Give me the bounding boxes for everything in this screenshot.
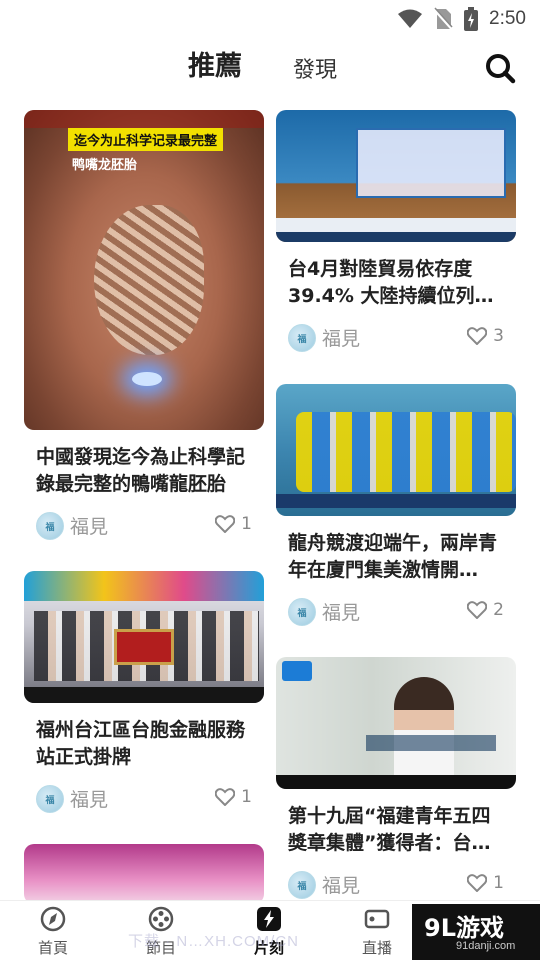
top-tabs: 推薦 發現	[0, 40, 540, 96]
status-bar: 2:50	[0, 0, 540, 36]
watermark-brand-name: 9L游戏	[424, 914, 504, 942]
nav-label: 首頁	[37, 939, 68, 957]
feed-card[interactable]: 迄今为止科学记录最完整 鸭嘴龙胚胎 中國發現迄今為止科學記錄最完整的鴨嘴龍胚胎 …	[24, 110, 264, 548]
watermark-brand: 9L游戏 91danji.com	[412, 904, 540, 960]
card-meta: 福 福見 3	[276, 320, 516, 360]
author-name[interactable]: 福見	[322, 598, 360, 625]
author-name[interactable]: 福見	[70, 785, 108, 812]
thumb-caption-white: 鸭嘴龙胚胎	[72, 158, 138, 173]
plaque-image	[114, 629, 174, 665]
video-thumbnail[interactable]: 迄今为止科学记录最完整 鸭嘴龙胚胎	[24, 110, 264, 430]
heart-icon	[215, 515, 236, 533]
like-count: 1	[241, 514, 252, 534]
video-thumbnail[interactable]	[276, 110, 516, 242]
channel-logo	[282, 661, 312, 681]
card-title[interactable]: 福州台江區台胞金融服務站正式掛牌	[36, 717, 252, 771]
thumb-header-bar	[24, 110, 264, 128]
feed-card[interactable]: 福州台江區台胞金融服務站正式掛牌 福 福見 1	[24, 571, 264, 821]
watermark-overlay-text: 下载 · N…XH.COM/CN	[128, 933, 299, 950]
author-name[interactable]: 福見	[322, 324, 360, 351]
like-button[interactable]: 2	[467, 600, 504, 620]
author-name[interactable]: 福見	[322, 871, 360, 898]
thumb-ticker-strip	[276, 232, 516, 242]
battery-charging-icon	[464, 7, 479, 31]
status-time: 2:50	[489, 8, 526, 29]
thumb-caption-strip	[24, 687, 264, 703]
thumb-name-caption	[366, 735, 496, 751]
card-title[interactable]: 中國發現迄今為止科學記錄最完整的鴨嘴龍胚胎	[36, 444, 252, 498]
video-thumbnail[interactable]	[276, 384, 516, 516]
like-count: 1	[241, 787, 252, 807]
thumb-caption-strip	[276, 218, 516, 232]
wifi-icon	[398, 9, 423, 28]
feed-card[interactable]: 第十九屆“福建青年五四獎章集體”獲得者：台… 福 福見 1	[276, 657, 516, 900]
heart-icon	[215, 788, 236, 806]
like-button[interactable]: 1	[215, 514, 252, 534]
nav-item-home[interactable]: 首頁	[18, 905, 88, 958]
feed-card[interactable]: 龍舟競渡迎端午，兩岸青年在廈門集美激情開… 福 福見 2	[276, 384, 516, 634]
author-avatar[interactable]: 福	[288, 324, 316, 352]
like-count: 2	[493, 600, 504, 620]
like-button[interactable]: 1	[215, 787, 252, 807]
author-avatar[interactable]: 福	[36, 785, 64, 813]
status-icons: 2:50	[397, 6, 526, 32]
film-reel-icon	[148, 906, 174, 932]
light-glow	[132, 372, 162, 386]
no-sim-icon	[433, 7, 454, 31]
card-meta: 福 福見 2	[276, 594, 516, 634]
lightning-icon	[257, 907, 281, 931]
heart-icon	[467, 327, 488, 345]
video-thumbnail[interactable]	[24, 844, 264, 900]
thumb-caption-yellow: 迄今为止科学记录最完整	[68, 128, 224, 151]
thumb-caption-strip	[276, 775, 516, 789]
watermark-site: 91danji.com	[456, 940, 516, 952]
like-button[interactable]: 1	[467, 873, 504, 893]
tab-discover[interactable]: 發現	[293, 52, 337, 84]
feed: 迄今为止科学记录最完整 鸭嘴龙胚胎 中國發現迄今為止科學記錄最完整的鴨嘴龍胚胎 …	[0, 110, 540, 900]
data-board-image	[356, 128, 506, 198]
video-thumbnail[interactable]	[24, 571, 264, 703]
like-count: 1	[493, 873, 504, 893]
search-icon[interactable]	[484, 52, 516, 84]
video-camera-icon	[364, 909, 390, 929]
thumb-banner	[24, 571, 264, 601]
author-avatar[interactable]: 福	[36, 512, 64, 540]
tab-recommend[interactable]: 推薦	[188, 44, 242, 83]
like-button[interactable]: 3	[467, 326, 504, 346]
card-meta: 福 福見 1	[24, 781, 264, 821]
author-avatar[interactable]: 福	[288, 871, 316, 899]
heart-icon	[467, 601, 488, 619]
compass-icon	[40, 906, 66, 932]
heart-icon	[467, 874, 488, 892]
feed-card[interactable]	[24, 844, 264, 900]
author-name[interactable]: 福見	[70, 512, 108, 539]
nav-item-live[interactable]: 直播	[342, 905, 412, 958]
thumb-caption-strip	[276, 494, 516, 508]
fossil-image	[94, 205, 204, 355]
dragon-boat-rowers	[296, 412, 516, 492]
nav-label: 直播	[361, 939, 392, 957]
author-avatar[interactable]: 福	[288, 598, 316, 626]
card-title[interactable]: 台4月對陸貿易依存度39.4% 大陸持續位列台…	[288, 256, 504, 310]
like-count: 3	[493, 326, 504, 346]
video-thumbnail[interactable]	[276, 657, 516, 789]
card-meta: 福 福見 1	[276, 867, 516, 900]
card-title[interactable]: 龍舟競渡迎端午，兩岸青年在廈門集美激情開…	[288, 530, 504, 584]
card-meta: 福 福見 1	[24, 508, 264, 548]
interviewee-image	[394, 677, 454, 787]
feed-card[interactable]: 台4月對陸貿易依存度39.4% 大陸持續位列台… 福 福見 3	[276, 110, 516, 360]
card-title[interactable]: 第十九屆“福建青年五四獎章集體”獲得者：台…	[288, 803, 504, 857]
